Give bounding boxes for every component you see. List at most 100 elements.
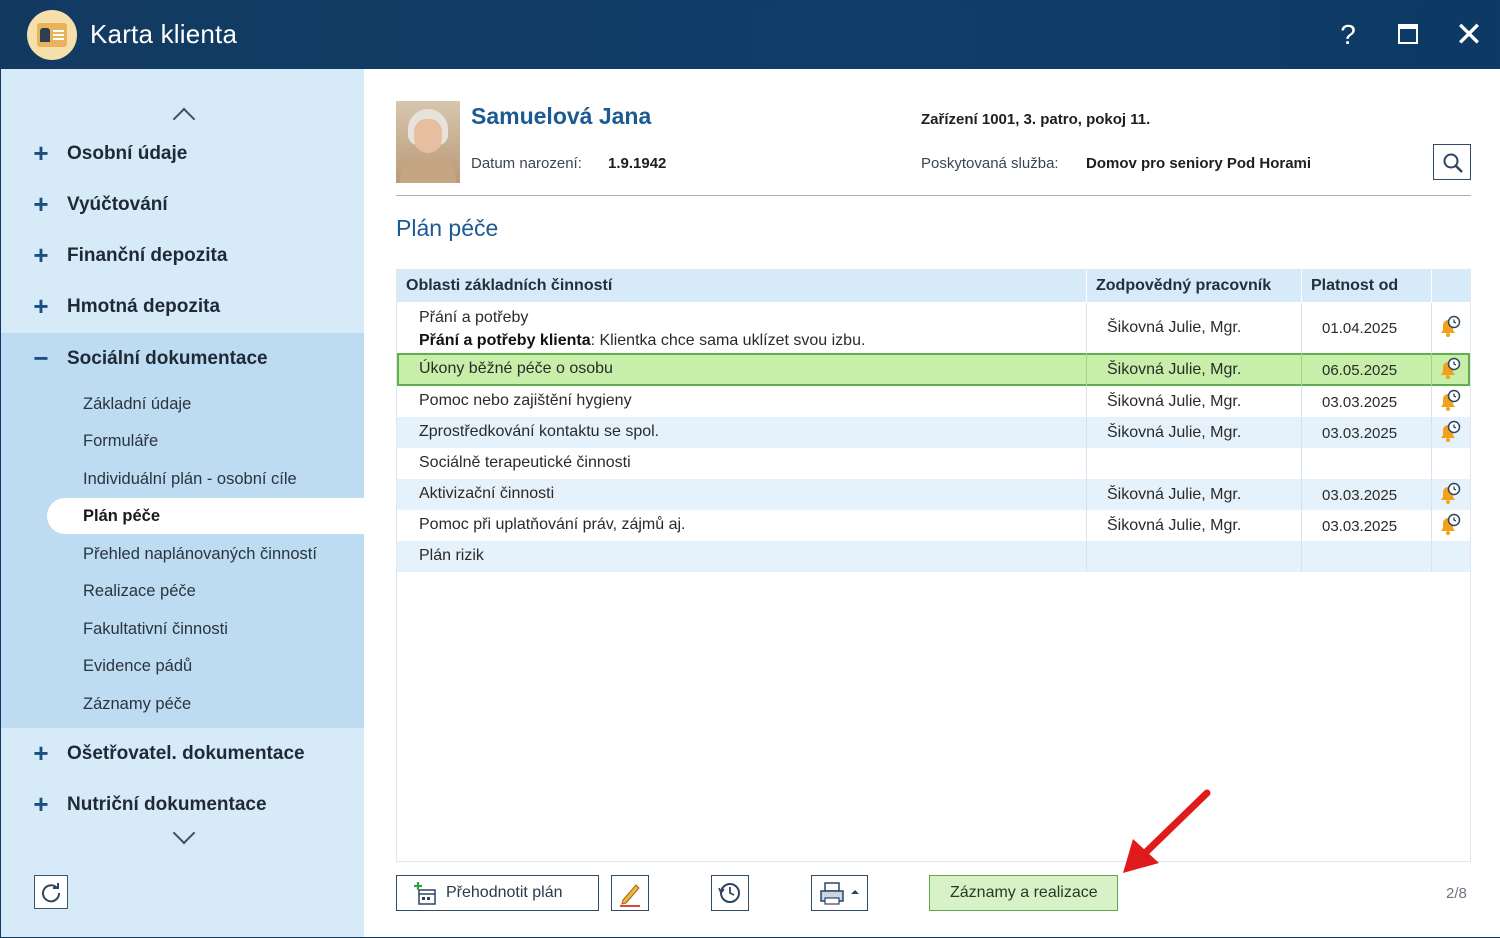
sidebar-subitem-label: Individuální plán - osobní cíle bbox=[83, 470, 297, 488]
sidebar-item-label: Ošetřovatel. dokumentace bbox=[67, 743, 305, 764]
sidebar-subitem-fakultativni-cinnosti[interactable]: Fakultativní činnosti bbox=[1, 611, 364, 647]
maximize-button[interactable] bbox=[1388, 15, 1428, 55]
sidebar-subitem-label: Formuláře bbox=[83, 432, 159, 450]
collapse-icon: − bbox=[33, 343, 49, 373]
cell-area: Pomoc nebo zajištění hygieny bbox=[419, 392, 632, 409]
page-indicator: 2/8 bbox=[1446, 885, 1467, 902]
sidebar-subitem-evidence-padu[interactable]: Evidence pádů bbox=[1, 648, 364, 684]
expand-icon: + bbox=[33, 189, 49, 219]
sidebar-subitem-zaznamy-pece[interactable]: Záznamy péče bbox=[1, 686, 364, 722]
sidebar-subitem-label: Fakultativní činnosti bbox=[83, 620, 228, 638]
column-header-valid-from[interactable]: Platnost od bbox=[1311, 277, 1398, 295]
maximize-icon bbox=[1398, 24, 1418, 44]
pencil-icon bbox=[620, 884, 640, 907]
records-button-label: Záznamy a realizace bbox=[950, 884, 1098, 901]
refresh-icon bbox=[42, 883, 61, 903]
column-header-worker[interactable]: Zodpovědný pracovník bbox=[1096, 277, 1271, 295]
scroll-down-button[interactable] bbox=[169, 821, 197, 845]
sidebar-item-osobni-udaje[interactable]: + Osobní údaje bbox=[1, 135, 364, 175]
bell-clock-icon[interactable] bbox=[1437, 315, 1461, 339]
sidebar-item-hmotna-depozita[interactable]: + Hmotná depozita bbox=[1, 288, 364, 328]
printer-icon bbox=[820, 882, 859, 905]
sidebar-subitem-individualni-plan[interactable]: Individuální plán - osobní cíle bbox=[1, 461, 364, 497]
expand-icon: + bbox=[33, 138, 49, 168]
title-bar: Karta klienta ? ✕ bbox=[1, 1, 1499, 69]
sidebar-subitem-label: Plán péče bbox=[83, 507, 161, 525]
dob-value: 1.9.1942 bbox=[608, 155, 667, 172]
history-clock-icon bbox=[718, 883, 740, 903]
sidebar-subitem-label: Záznamy péče bbox=[83, 695, 192, 713]
table-row[interactable]: Zprostředkování kontaktu se spol. Šikovn… bbox=[397, 417, 1470, 448]
expand-icon: + bbox=[33, 789, 49, 819]
service-value: Domov pro seniory Pod Horami bbox=[1086, 155, 1312, 172]
bell-clock-icon[interactable] bbox=[1437, 357, 1461, 381]
sidebar-item-nutricni-dokumentace[interactable]: + Nutriční dokumentace bbox=[1, 786, 364, 826]
column-header-areas[interactable]: Oblasti základních činností bbox=[406, 277, 612, 295]
sidebar-item-label: Hmotná depozita bbox=[67, 296, 221, 317]
cell-area: Aktivizační činnosti bbox=[419, 485, 555, 502]
replan-button[interactable]: Přehodnotit plán bbox=[396, 875, 599, 911]
expand-icon: + bbox=[33, 240, 49, 270]
cell-worker: Šikovná Julie, Mgr. bbox=[1107, 424, 1242, 441]
table-row[interactable]: Aktivizační činnosti Šikovná Julie, Mgr.… bbox=[397, 479, 1470, 510]
table-row[interactable]: Pomoc při uplatňování práv, zájmů aj. Ši… bbox=[397, 510, 1470, 541]
client-photo bbox=[396, 101, 460, 183]
replan-button-label: Přehodnotit plán bbox=[446, 884, 563, 901]
help-button[interactable]: ? bbox=[1328, 15, 1368, 55]
search-button[interactable] bbox=[1433, 144, 1471, 180]
section-title: Plán péče bbox=[396, 215, 499, 241]
edit-button[interactable] bbox=[611, 875, 649, 911]
sidebar-item-label: Sociální dokumentace bbox=[67, 348, 268, 369]
cell-valid-from: 03.03.2025 bbox=[1322, 394, 1398, 411]
cell-worker: Šikovná Julie, Mgr. bbox=[1107, 486, 1242, 503]
refresh-button[interactable] bbox=[34, 875, 68, 909]
cell-valid-from: 06.05.2025 bbox=[1322, 362, 1398, 379]
bell-clock-icon[interactable] bbox=[1437, 389, 1461, 413]
bell-clock-icon[interactable] bbox=[1437, 420, 1461, 444]
table-row[interactable]: Pomoc nebo zajištění hygieny Šikovná Jul… bbox=[397, 386, 1470, 417]
cell-worker: Šikovná Julie, Mgr. bbox=[1107, 517, 1242, 534]
annotation-arrow-icon bbox=[1123, 789, 1211, 873]
print-menu-button[interactable] bbox=[811, 875, 868, 911]
sidebar-subitem-plan-pece[interactable]: Plán péče bbox=[47, 498, 364, 534]
sidebar-item-label: Finanční depozita bbox=[67, 245, 228, 266]
sidebar-item-financni-depozita[interactable]: + Finanční depozita bbox=[1, 237, 364, 277]
sidebar-subitem-label: Evidence pádů bbox=[83, 657, 193, 675]
cell-valid-from: 03.03.2025 bbox=[1322, 518, 1398, 535]
sidebar-subitem-realizace-pece[interactable]: Realizace péče bbox=[1, 573, 364, 609]
dob-label: Datum narození: bbox=[471, 155, 582, 172]
close-button[interactable]: ✕ bbox=[1449, 15, 1489, 55]
sidebar-item-vyuctovani[interactable]: + Vyúčtování bbox=[1, 186, 364, 226]
table-row[interactable]: Přání a potřeby Přání a potřeby klienta:… bbox=[397, 303, 1470, 352]
cell-worker: Šikovná Julie, Mgr. bbox=[1107, 319, 1242, 336]
sidebar-item-label: Nutriční dokumentace bbox=[67, 794, 267, 815]
expand-icon: + bbox=[33, 291, 49, 321]
cell-area: Úkony běžné péče o osobu bbox=[419, 360, 613, 377]
bell-clock-icon[interactable] bbox=[1437, 482, 1461, 506]
window-title: Karta klienta bbox=[90, 19, 238, 49]
table-row[interactable]: Plán rizik bbox=[397, 541, 1470, 572]
sidebar-item-socialni-dokumentace[interactable]: − Sociální dokumentace bbox=[1, 340, 364, 380]
sidebar-subitem-label: Realizace péče bbox=[83, 582, 196, 600]
cell-area: Zprostředkování kontaktu se spol. bbox=[419, 423, 660, 440]
care-plan-table: Oblasti základních činností Zodpovědný p… bbox=[396, 269, 1471, 862]
chevron-down-icon bbox=[172, 821, 196, 845]
table-row-selected[interactable]: Úkony běžné péče o osobu Šikovná Julie, … bbox=[397, 353, 1470, 386]
sidebar-item-osetrovatel-dokumentace[interactable]: + Ošetřovatel. dokumentace bbox=[1, 735, 364, 775]
client-location: Zařízení 1001, 3. patro, pokoj 11. bbox=[921, 111, 1151, 128]
sidebar-subitem-zakladni-udaje[interactable]: Základní údaje bbox=[1, 386, 364, 422]
cell-area: Pomoc při uplatňování práv, zájmů aj. bbox=[419, 516, 686, 533]
table-row[interactable]: Sociálně terapeutické činnosti bbox=[397, 448, 1470, 479]
sidebar-item-label: Vyúčtování bbox=[67, 194, 168, 215]
table-header: Oblasti základních činností Zodpovědný p… bbox=[397, 270, 1470, 302]
client-card-app-icon bbox=[27, 10, 77, 60]
sidebar-subitem-prehled-cinnosti[interactable]: Přehled naplánovaných činností bbox=[1, 536, 364, 572]
cell-area: Přání a potřeby bbox=[419, 309, 529, 326]
scroll-up-button[interactable] bbox=[169, 103, 197, 131]
history-button[interactable] bbox=[711, 875, 749, 911]
records-and-realization-button[interactable]: Záznamy a realizace bbox=[929, 875, 1118, 911]
sidebar-subitem-formulare[interactable]: Formuláře bbox=[1, 423, 364, 459]
cell-valid-from: 03.03.2025 bbox=[1322, 487, 1398, 504]
bell-clock-icon[interactable] bbox=[1437, 513, 1461, 537]
sidebar: + Osobní údaje + Vyúčtování + Finanční d… bbox=[1, 69, 364, 937]
